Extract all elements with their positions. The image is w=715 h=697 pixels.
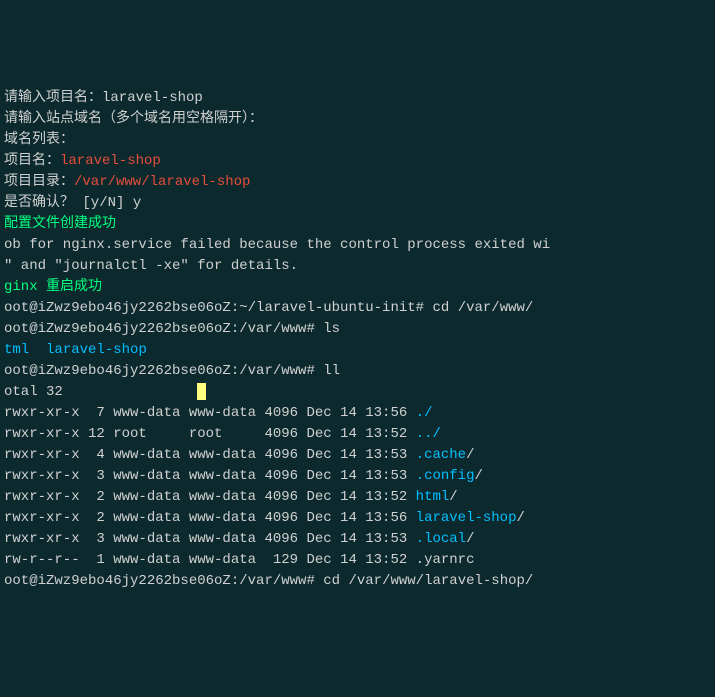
msg-config-ok: 配置文件创建成功 [4,216,116,232]
ll-meta: rwxr-xr-x 12 root root 4096 Dec 14 13:52 [4,426,416,442]
ll-name: .cache [416,447,466,463]
line-total: otal 32 [4,382,711,403]
ll-row-2: rwxr-xr-x 4 www-data www-data 4096 Dec 1… [4,445,711,466]
prompt-domain: 请输入站点域名（多个域名用空格隔开）： [4,111,263,127]
ll-row-1: rwxr-xr-x 12 root root 4096 Dec 14 13:52… [4,424,711,445]
label-domain-list: 域名列表： [4,132,74,148]
cursor [197,383,206,400]
line-domain-list: 域名列表： [4,130,711,151]
ll-meta: rwxr-xr-x 3 www-data www-data 4096 Dec 1… [4,468,416,484]
label-project: 项目名： [4,153,60,169]
ll-suffix: / [449,489,457,505]
ll-suffix: / [517,510,525,526]
msg-error-1: ob for nginx.service failed because the … [4,237,550,253]
ls-entry-laravel: laravel-shop [46,342,147,358]
shell-command: cd /var/www/laravel-shop/ [323,573,533,589]
confirm-answer: y [133,195,141,211]
ll-meta: rwxr-xr-x 3 www-data www-data 4096 Dec 1… [4,531,416,547]
ll-suffix: / [466,531,474,547]
ll-name: ../ [416,426,441,442]
ll-row-5: rwxr-xr-x 2 www-data www-data 4096 Dec 1… [4,508,711,529]
msg-error-2: " and "journalctl -xe" for details. [4,258,298,274]
line-dir: 项目目录：/var/www/laravel-shop [4,172,711,193]
line-ls-output: tml laravel-shop [4,340,711,361]
shell-command: ll [323,363,340,379]
shell-prompt: oot@iZwz9ebo46jy2262bse06oZ:/var/www# [4,363,323,379]
ll-row-4: rwxr-xr-x 2 www-data www-data 4096 Dec 1… [4,487,711,508]
confirm-prompt: 是否确认？ [y/N] [4,195,133,211]
label-dir: 项目目录： [4,174,74,190]
ll-name: html [416,489,450,505]
line-config-ok: 配置文件创建成功 [4,214,711,235]
line-cmd-ls: oot@iZwz9ebo46jy2262bse06oZ:/var/www# ls [4,319,711,340]
shell-prompt: oot@iZwz9ebo46jy2262bse06oZ:~/laravel-ub… [4,300,432,316]
line-domain-prompt: 请输入站点域名（多个域名用空格隔开）： [4,109,711,130]
ll-meta: rwxr-xr-x 2 www-data www-data 4096 Dec 1… [4,510,416,526]
shell-command: ls [323,321,340,337]
line-cmd-ll: oot@iZwz9ebo46jy2262bse06oZ:/var/www# ll [4,361,711,382]
line-confirm: 是否确认？ [y/N] y [4,193,711,214]
ll-name: ./ [416,405,433,421]
prompt-project-name: 请输入项目名： [4,90,102,106]
line-error-1: ob for nginx.service failed because the … [4,235,711,256]
shell-command: cd /var/www/ [432,300,533,316]
ll-suffix: / [474,468,482,484]
line-nginx-ok: ginx 重启成功 [4,277,711,298]
ll-row-0: rwxr-xr-x 7 www-data www-data 4096 Dec 1… [4,403,711,424]
input-project-name: laravel-shop [102,90,203,106]
line-cmd-last: oot@iZwz9ebo46jy2262bse06oZ:/var/www# cd… [4,571,711,592]
ll-name: .config [416,468,475,484]
shell-prompt: oot@iZwz9ebo46jy2262bse06oZ:/var/www# [4,573,323,589]
value-project: laravel-shop [60,153,161,169]
ll-meta: rwxr-xr-x 7 www-data www-data 4096 Dec 1… [4,405,416,421]
ll-name: .yarnrc [416,552,475,568]
line-project: 项目名：laravel-shop [4,151,711,172]
ll-meta: rwxr-xr-x 4 www-data www-data 4096 Dec 1… [4,447,416,463]
line-cmd-cd: oot@iZwz9ebo46jy2262bse06oZ:~/laravel-ub… [4,298,711,319]
ll-meta: rwxr-xr-x 2 www-data www-data 4096 Dec 1… [4,489,416,505]
ll-row-7: rw-r--r-- 1 www-data www-data 129 Dec 14… [4,550,711,571]
line-project-name: 请输入项目名：laravel-shop [4,88,711,109]
terminal-output[interactable]: 请输入项目名：laravel-shop请输入站点域名（多个域名用空格隔开）：域名… [4,88,711,592]
ll-name: laravel-shop [416,510,517,526]
ll-name: .local [416,531,466,547]
ll-meta: rw-r--r-- 1 www-data www-data 129 Dec 14… [4,552,416,568]
value-dir: /var/www/laravel-shop [74,174,250,190]
line-error-2: " and "journalctl -xe" for details. [4,256,711,277]
ll-suffix: / [466,447,474,463]
ll-row-3: rwxr-xr-x 3 www-data www-data 4096 Dec 1… [4,466,711,487]
ll-total: otal 32 [4,384,63,400]
ls-entry-html: tml [4,342,29,358]
shell-prompt: oot@iZwz9ebo46jy2262bse06oZ:/var/www# [4,321,323,337]
msg-nginx-ok: ginx 重启成功 [4,279,102,295]
ll-row-6: rwxr-xr-x 3 www-data www-data 4096 Dec 1… [4,529,711,550]
